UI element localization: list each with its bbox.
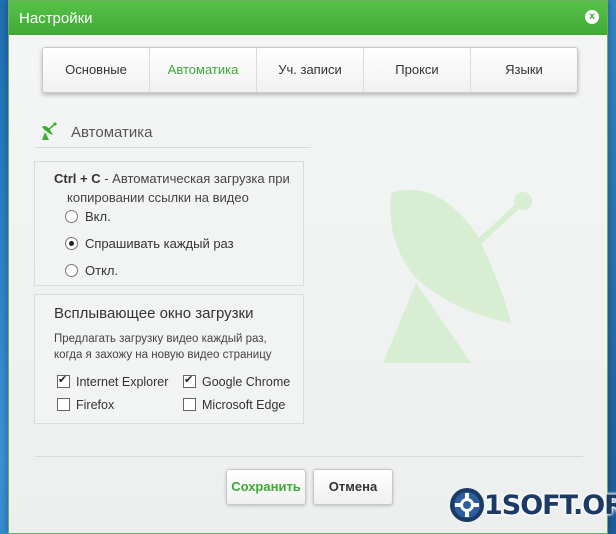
divider [35, 456, 583, 457]
tab-proxy[interactable]: Прокси [364, 48, 471, 92]
popup-description-line1: Предлагать загрузку видео каждый раз, [54, 333, 267, 345]
popup-description-line2: когда я захожу на новую видео страницу [54, 349, 272, 361]
checkbox-internet-explorer[interactable]: Internet Explorer [57, 373, 169, 389]
radio-label: Спрашивать каждый раз [85, 236, 234, 251]
save-button[interactable]: Сохранить [226, 469, 306, 505]
section-header: Автоматика [35, 119, 311, 148]
radio-ask-each-time[interactable]: Спрашивать каждый раз [65, 236, 234, 251]
auto-download-panel: Ctrl + C - Автоматическая загрузка при к… [34, 161, 304, 286]
cancel-button[interactable]: Отмена [313, 469, 393, 505]
checkbox-microsoft-edge[interactable]: Microsoft Edge [183, 398, 285, 412]
tab-languages[interactable]: Языки [471, 48, 577, 92]
hotkey-description-text: - Автоматическая загрузка при [100, 171, 290, 186]
radio-on[interactable]: Вкл. [65, 209, 111, 224]
radio-label: Вкл. [85, 209, 111, 224]
satellite-dish-icon [42, 122, 57, 140]
radio-button[interactable] [65, 210, 78, 223]
checkbox-google-chrome[interactable]: Google Chrome [183, 373, 291, 389]
checkbox-firefox[interactable]: Firefox [57, 398, 114, 412]
popup-description: Предлагать загрузку видео каждый раз, ко… [54, 331, 272, 363]
close-icon[interactable]: x [585, 10, 599, 24]
checkbox-label: Google Chrome [202, 375, 291, 389]
radio-button[interactable] [65, 237, 78, 250]
radio-off[interactable]: Откл. [65, 263, 118, 278]
popup-title: Всплывающее окно загрузки [54, 305, 254, 322]
watermark-text: 1SOFT.ORG [484, 490, 616, 521]
hotkey-description-line2: копировании ссылки на видео [67, 190, 249, 205]
popup-panel: Всплывающее окно загрузки Предлагать заг… [34, 294, 304, 424]
hotkey-description: Ctrl + C - Автоматическая загрузка при [54, 171, 290, 186]
settings-body: Основные Автоматика Уч. записи Прокси Яз… [9, 35, 607, 533]
checkbox-label: Firefox [76, 398, 115, 412]
checkbox[interactable] [183, 398, 196, 411]
section-title: Автоматика [71, 124, 153, 141]
radio-label: Откл. [85, 263, 119, 278]
checkbox[interactable] [57, 373, 70, 388]
watermark-logo: 1SOFT.ORG [446, 484, 616, 528]
tab-general[interactable]: Основные [43, 48, 150, 92]
hotkey-label: Ctrl + C [54, 171, 101, 186]
tab-bar: Основные Автоматика Уч. записи Прокси Яз… [42, 47, 578, 93]
checkbox-label: Microsoft Edge [202, 398, 286, 412]
tab-accounts[interactable]: Уч. записи [257, 48, 364, 92]
checkbox[interactable] [183, 373, 196, 388]
settings-window: Настройки x Основные Автоматика Уч. запи… [8, 0, 608, 534]
satellite-dish-watermark-icon [383, 189, 532, 363]
checkbox-label: Internet Explorer [76, 375, 169, 389]
title-bar[interactable]: Настройки x [9, 1, 607, 35]
gear-icon [450, 488, 484, 522]
checkbox[interactable] [57, 398, 70, 411]
window-title: Настройки [19, 10, 93, 27]
tab-automation[interactable]: Автоматика [150, 48, 257, 92]
radio-button[interactable] [65, 264, 78, 277]
